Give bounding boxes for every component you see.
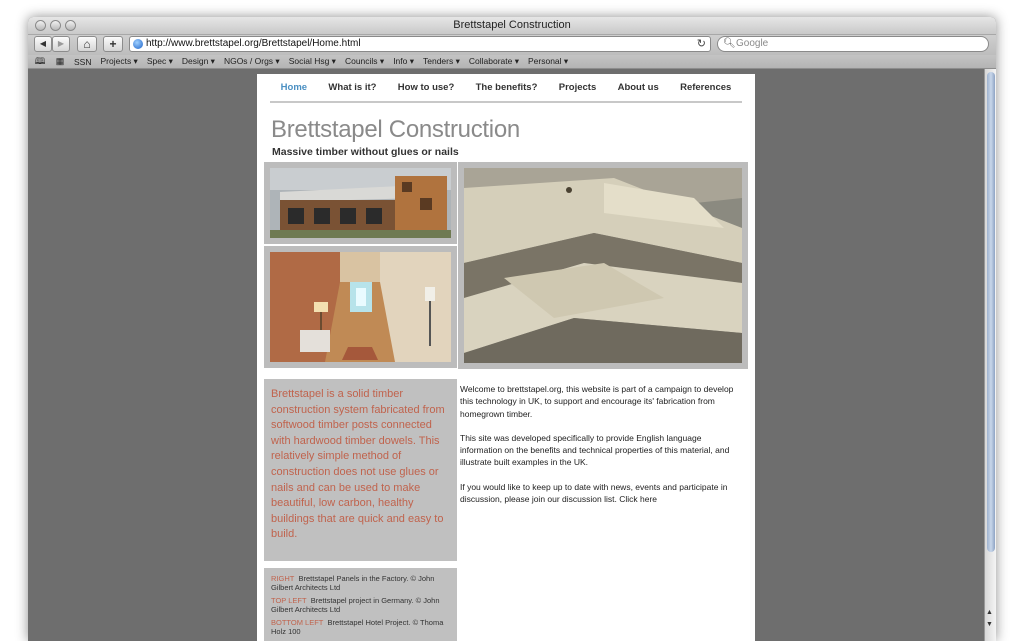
welcome-paragraph: Welcome to brettstapel.org, this website… (460, 384, 734, 419)
timber-panels-photo-image (464, 168, 742, 363)
bookmark-design[interactable]: Design ▾ (182, 56, 215, 67)
search-icon: 🔍︎ (723, 38, 736, 49)
bookmark-social-hsg[interactable]: Social Hsg ▾ (289, 56, 336, 67)
caption-text: Brettstapel Panels in the Factory. © Joh… (271, 574, 435, 592)
caption-label: TOP LEFT (271, 596, 307, 605)
caption-bottom-left: BOTTOM LEFT Brettstapel Hotel Project. ©… (271, 618, 450, 636)
scroll-up-arrow[interactable]: ▲ (986, 609, 993, 616)
top-sites-grid-icon[interactable]: ▦ (54, 56, 66, 67)
nav-references[interactable]: References (680, 82, 731, 93)
bookmarks-book-icon[interactable]: 🕮︎ (34, 54, 46, 70)
back-icon: ◀ (39, 39, 47, 48)
title-bar: Brettstapel Construction (28, 17, 996, 35)
discussion-paragraph[interactable]: If you would like to keep up to date wit… (460, 481, 745, 506)
scroll-thumb[interactable] (987, 72, 995, 552)
photo-germany-project (264, 162, 457, 244)
nav-about-us[interactable]: About us (618, 82, 659, 93)
bookmark-tenders[interactable]: Tenders ▾ (423, 56, 460, 67)
back-button[interactable]: ◀ (34, 36, 52, 52)
intro-panel: Brettstapel is a solid timber constructi… (264, 379, 457, 561)
forward-button[interactable]: ▶ (52, 36, 70, 52)
site-page: Home What is it? How to use? The benefit… (257, 74, 755, 641)
browser-window: Brettstapel Construction ◀ ▶ ⌂ + http://… (28, 17, 996, 641)
nav-the-benefits[interactable]: The benefits? (476, 82, 538, 93)
building-photo-image (270, 168, 451, 238)
web-content-area: Home What is it? How to use? The benefit… (28, 69, 996, 641)
home-icon: ⌂ (83, 37, 91, 51)
site-nav: Home What is it? How to use? The benefit… (270, 82, 742, 103)
add-icon: + (109, 37, 117, 51)
bookmark-personal[interactable]: Personal ▾ (528, 56, 568, 67)
bookmark-info[interactable]: Info ▾ (393, 56, 414, 67)
page-tagline: Massive timber without glues or nails (272, 146, 459, 158)
caption-label: RIGHT (271, 574, 295, 583)
url-text: http://www.brettstapel.org/Brettstapel/H… (146, 38, 361, 49)
window-title: Brettstapel Construction (453, 19, 571, 31)
scroll-down-arrow[interactable]: ▼ (986, 621, 993, 628)
photo-captions: RIGHT Brettstapel Panels in the Factory.… (264, 568, 457, 641)
nav-home[interactable]: Home (281, 82, 307, 93)
purpose-paragraph: This site was developed specifically to … (460, 432, 730, 468)
vertical-scrollbar[interactable]: ▲ ▼ (984, 69, 996, 641)
interior-photo-image (270, 252, 451, 362)
add-bookmark-button[interactable]: + (103, 36, 123, 52)
bookmark-ngos-orgs[interactable]: NGOs / Orgs ▾ (224, 56, 280, 67)
bookmark-councils[interactable]: Councils ▾ (345, 56, 384, 67)
welcome-text: Welcome to brettstapel.org, this website… (460, 383, 745, 517)
search-field[interactable]: 🔍︎ Google (717, 36, 989, 52)
bookmark-collaborate[interactable]: Collaborate ▾ (469, 56, 519, 67)
bookmark-projects[interactable]: Projects ▾ (100, 56, 137, 67)
bookmarks-bar: 🕮︎ ▦ SSN Projects ▾ Spec ▾ Design ▾ NGOs… (28, 55, 996, 69)
nav-projects[interactable]: Projects (559, 82, 597, 93)
address-bar[interactable]: http://www.brettstapel.org/Brettstapel/H… (129, 36, 711, 52)
globe-icon (133, 39, 143, 49)
nav-what-is-it[interactable]: What is it? (328, 82, 376, 93)
photo-brettstapel-panels (458, 162, 748, 369)
home-button[interactable]: ⌂ (77, 36, 97, 52)
photo-hotel-project (264, 246, 457, 368)
forward-icon: ▶ (57, 39, 65, 48)
nav-how-to-use[interactable]: How to use? (398, 82, 454, 93)
search-placeholder: Google (736, 38, 769, 49)
reload-icon[interactable]: ↻ (697, 37, 706, 51)
caption-right: RIGHT Brettstapel Panels in the Factory.… (271, 574, 450, 592)
caption-label: BOTTOM LEFT (271, 618, 324, 627)
page-title: Brettstapel Construction (271, 116, 520, 143)
caption-top-left: TOP LEFT Brettstapel project in Germany.… (271, 596, 450, 614)
browser-toolbar: ◀ ▶ ⌂ + http://www.brettstapel.org/Brett… (28, 35, 996, 55)
bookmark-spec[interactable]: Spec ▾ (147, 56, 173, 67)
bookmark-ssn[interactable]: SSN (74, 57, 91, 67)
